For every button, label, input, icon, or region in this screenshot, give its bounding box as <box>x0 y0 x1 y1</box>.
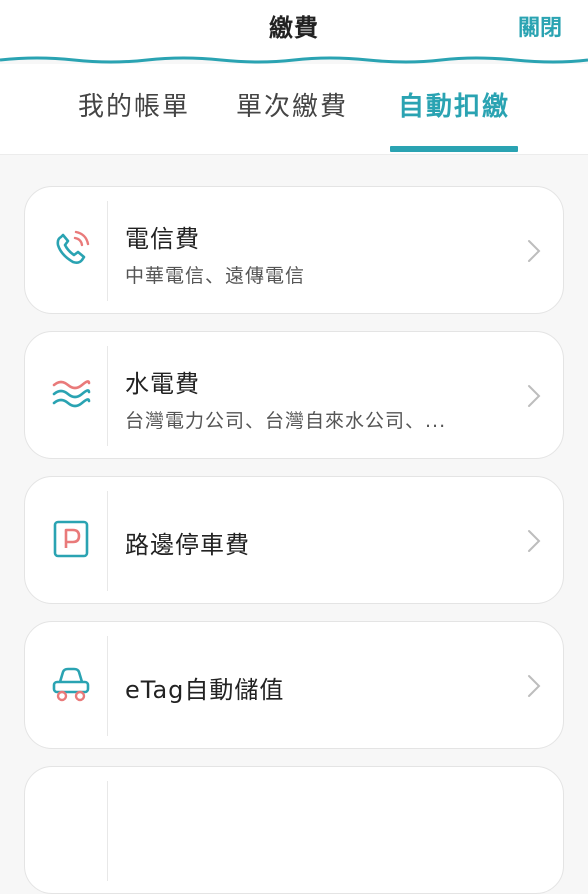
list-item-telecom[interactable]: 電信費 中華電信、遠傳電信 <box>24 186 564 314</box>
card-divider <box>107 201 108 301</box>
card-divider <box>107 636 108 736</box>
item-subtitle: 中華電信、遠傳電信 <box>125 265 306 287</box>
chevron-right-icon <box>528 675 541 697</box>
chevron-right-icon <box>528 240 541 262</box>
chevron-right-icon <box>528 530 541 552</box>
phone-icon <box>56 230 90 264</box>
item-subtitle: 台灣電力公司、台灣自來水公司、... <box>125 410 447 432</box>
list-item-partial[interactable] <box>24 766 564 894</box>
tab-my-bills[interactable]: 我的帳單 <box>78 86 190 123</box>
tab-single-payment[interactable]: 單次繳費 <box>236 86 348 123</box>
chevron-right-icon <box>528 385 541 407</box>
car-icon <box>52 667 90 702</box>
parking-icon <box>53 520 89 558</box>
list-item-etag[interactable]: eTag自動儲值 <box>24 621 564 749</box>
item-title: eTag自動儲值 <box>125 676 285 704</box>
card-divider <box>107 346 108 446</box>
list-item-utilities[interactable]: 水電費 台灣電力公司、台灣自來水公司、... <box>24 331 564 459</box>
waves-icon <box>52 380 91 408</box>
close-button[interactable]: 關閉 <box>518 10 562 42</box>
card-divider <box>107 781 108 881</box>
header-wave-divider <box>0 56 588 64</box>
page-title: 繳費 <box>269 14 319 42</box>
item-title: 路邊停車費 <box>125 531 250 559</box>
card-divider <box>107 491 108 591</box>
list-item-parking[interactable]: 路邊停車費 <box>24 476 564 604</box>
top-bar: 繳費 關閉 <box>0 0 588 64</box>
item-title: 電信費 <box>125 225 200 253</box>
tab-bar: 我的帳單 單次繳費 自動扣繳 <box>0 64 588 155</box>
item-title: 水電費 <box>125 370 200 398</box>
tab-auto-debit[interactable]: 自動扣繳 <box>398 86 510 123</box>
active-tab-indicator <box>390 146 518 152</box>
